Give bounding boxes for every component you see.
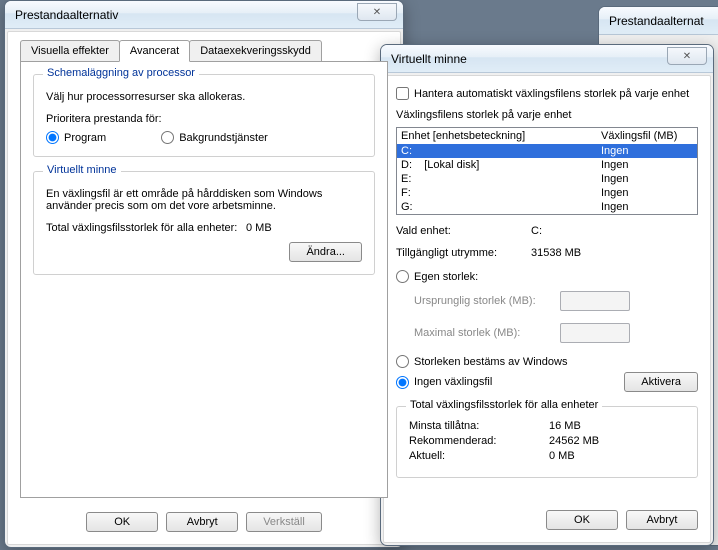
perf-title: Prestandaalternativ (15, 8, 118, 22)
space-label: Tillgängligt utrymme: (396, 247, 531, 259)
initial-size-input[interactable] (560, 291, 630, 311)
close-icon[interactable]: ✕ (357, 3, 397, 21)
radio-no-paging-input[interactable] (396, 376, 409, 389)
radio-system-managed-input[interactable] (396, 355, 409, 368)
perf-titlebar[interactable]: Prestandaalternativ ✕ (5, 1, 403, 29)
tab-strip: Visuella effekter Avancerat Dataexekveri… (20, 40, 388, 62)
processor-scheduling-legend: Schemaläggning av processor (43, 67, 199, 79)
vmem-titlebar[interactable]: Virtuellt minne ✕ (381, 45, 713, 73)
virtual-memory-group: Virtuellt minne En växlingsfil är ett om… (33, 171, 375, 275)
totals-group: Total växlingsfilsstorlek för alla enhet… (396, 406, 698, 478)
radio-system-managed[interactable]: Storleken bestäms av Windows (396, 355, 698, 368)
virtual-memory-desc: En växlingsfil är ett område på hårddisk… (46, 188, 362, 212)
page-cell: Ingen (601, 201, 693, 213)
listbox-header: Enhet [enhetsbeteckning] Växlingsfil (MB… (397, 128, 697, 144)
bg-title: Prestandaalternat (609, 14, 704, 28)
change-button[interactable]: Ändra... (289, 242, 362, 262)
drive-row[interactable]: G:Ingen (397, 200, 697, 214)
header-drive: Enhet [enhetsbeteckning] (401, 130, 601, 142)
space-value: 31538 MB (531, 247, 581, 259)
drive-cell: D: [Lokal disk] (401, 159, 601, 171)
tab-advanced[interactable]: Avancerat (119, 40, 190, 62)
apply-button[interactable]: Verkställ (246, 512, 322, 532)
per-drive-label: Växlingsfilens storlek på varje enhet (396, 109, 698, 121)
min-value: 16 MB (549, 420, 581, 432)
page-cell: Ingen (601, 159, 693, 171)
max-size-input[interactable] (560, 323, 630, 343)
set-button[interactable]: Aktivera (624, 372, 698, 392)
cur-label: Aktuell: (409, 450, 549, 462)
radio-background[interactable]: Bakgrundstjänster (161, 131, 268, 144)
page-cell: Ingen (601, 173, 693, 185)
vm-total-value: 0 MB (246, 222, 272, 234)
cancel-button[interactable]: Avbryt (166, 512, 238, 532)
selected-drive-value: C: (531, 225, 542, 237)
page-cell: Ingen (601, 145, 693, 157)
rec-label: Rekommenderad: (409, 435, 549, 447)
bg-titlebar: Prestandaalternat (599, 7, 718, 35)
processor-scheduling-group: Schemaläggning av processor Välj hur pro… (33, 74, 375, 157)
rec-value: 24562 MB (549, 435, 599, 447)
radio-custom-size[interactable]: Egen storlek: (396, 270, 698, 283)
radio-custom-size-label: Egen storlek: (414, 271, 478, 283)
vmem-ok-button[interactable]: OK (546, 510, 618, 530)
radio-no-paging[interactable]: Ingen växlingsfil (396, 376, 492, 389)
drive-cell: G: (401, 201, 601, 213)
priority-label: Prioritera prestanda för: (46, 113, 362, 125)
auto-manage-checkbox[interactable] (396, 87, 409, 100)
radio-system-managed-label: Storleken bestäms av Windows (414, 356, 567, 368)
ok-button[interactable]: OK (86, 512, 158, 532)
radio-background-input[interactable] (161, 131, 174, 144)
header-page: Växlingsfil (MB) (601, 130, 693, 142)
radio-programs-label: Program (64, 132, 106, 144)
vmem-cancel-button[interactable]: Avbryt (626, 510, 698, 530)
auto-manage-checkbox-row[interactable]: Hantera automatiskt växlingsfilens storl… (396, 87, 698, 100)
totals-legend: Total växlingsfilsstorlek för alla enhet… (406, 399, 602, 411)
processor-scheduling-desc: Välj hur processorresurser ska allokeras… (46, 91, 362, 103)
radio-programs[interactable]: Program (46, 131, 106, 144)
radio-custom-size-input[interactable] (396, 270, 409, 283)
vmem-title: Virtuellt minne (391, 52, 467, 66)
selected-drive-label: Vald enhet: (396, 225, 531, 237)
performance-options-window: Prestandaalternativ ✕ Visuella effekter … (4, 0, 404, 548)
vm-total-label: Total växlingsfilsstorlek för alla enhet… (46, 222, 246, 234)
min-label: Minsta tillåtna: (409, 420, 549, 432)
radio-programs-input[interactable] (46, 131, 59, 144)
tab-dep[interactable]: Dataexekveringsskydd (189, 40, 322, 62)
cur-value: 0 MB (549, 450, 575, 462)
tab-visual-effects[interactable]: Visuella effekter (20, 40, 120, 62)
drive-row[interactable]: C:Ingen (397, 144, 697, 158)
virtual-memory-legend: Virtuellt minne (43, 164, 121, 176)
drive-row[interactable]: D: [Lokal disk]Ingen (397, 158, 697, 172)
drive-row[interactable]: F:Ingen (397, 186, 697, 200)
drive-row[interactable]: E:Ingen (397, 172, 697, 186)
radio-background-label: Bakgrundstjänster (179, 132, 268, 144)
drive-cell: F: (401, 187, 601, 199)
initial-size-label: Ursprunglig storlek (MB): (414, 295, 554, 307)
page-cell: Ingen (601, 187, 693, 199)
close-icon[interactable]: ✕ (667, 47, 707, 65)
radio-no-paging-label: Ingen växlingsfil (414, 376, 492, 388)
auto-manage-label: Hantera automatiskt växlingsfilens storl… (414, 88, 689, 100)
drive-listbox[interactable]: Enhet [enhetsbeteckning] Växlingsfil (MB… (396, 127, 698, 215)
drive-cell: E: (401, 173, 601, 185)
max-size-label: Maximal storlek (MB): (414, 327, 554, 339)
virtual-memory-window: Virtuellt minne ✕ Hantera automatiskt vä… (380, 44, 714, 546)
drive-cell: C: (401, 145, 601, 157)
